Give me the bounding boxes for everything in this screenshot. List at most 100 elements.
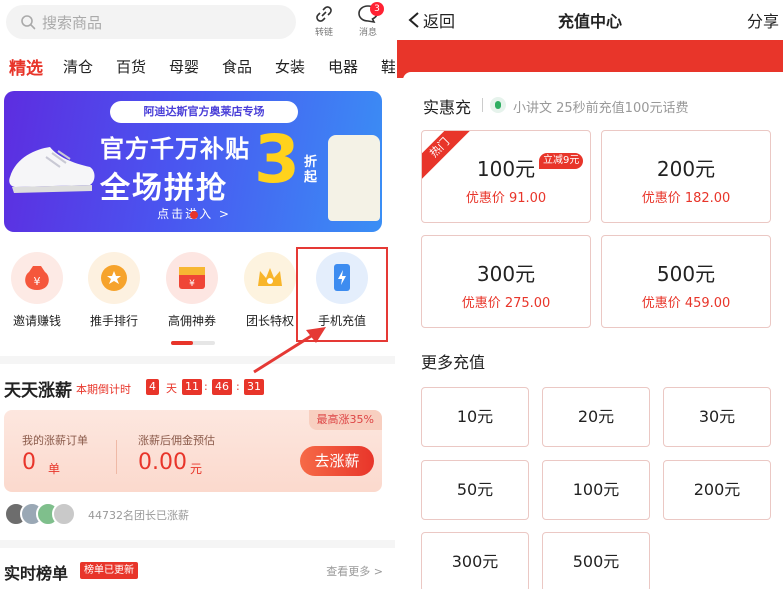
- daily-raise-card: 最高涨35% 我的涨薪订单 0 单 涨薪后佣金预估 0.00 元 去涨薪: [4, 410, 382, 492]
- plan-amount: 300元: [476, 262, 536, 286]
- tab-food[interactable]: 食品: [222, 56, 252, 77]
- countdown-sep: :: [236, 380, 240, 393]
- jacket-image: [328, 135, 380, 221]
- quick-entry-pager: [171, 341, 215, 345]
- svg-text:¥: ¥: [189, 279, 195, 289]
- recharge-center-panel: 返回 充值中心 分享 实惠充 小讲文 25秒前充值100元话费 热门 100元 …: [397, 0, 783, 589]
- tab-general-goods[interactable]: 百货: [116, 56, 146, 77]
- countdown-hours: 11: [182, 379, 202, 395]
- countdown-days: 4: [146, 379, 159, 395]
- more-recharge-title: 更多充值: [421, 353, 486, 372]
- tab-shoes[interactable]: 鞋: [381, 56, 395, 77]
- amount-option[interactable]: 300元: [421, 532, 529, 589]
- banner-page-dot: [190, 211, 198, 219]
- banner-headline: 官方千万补贴: [100, 135, 250, 163]
- countdown-days-unit: 天: [166, 382, 177, 395]
- app-home-panel: 搜索商品 转链 3 消息 精选 清仓 百货 母婴 食品 女装 电器 鞋 阿迪达斯…: [0, 0, 395, 589]
- title-divider: [482, 98, 483, 112]
- max-raise-tag: 最高涨35%: [308, 410, 382, 430]
- discount-badge: 立减9元: [539, 153, 584, 169]
- countdown-seconds: 31: [244, 379, 264, 395]
- tab-mother-baby[interactable]: 母婴: [169, 56, 199, 77]
- ranking-updated-tag: 榜单已更新: [80, 562, 138, 579]
- plan-price: 优惠价 275.00: [461, 296, 551, 311]
- amount-option[interactable]: 50元: [421, 460, 529, 520]
- banner-discount-number: 3: [254, 121, 300, 198]
- amount-option[interactable]: 200元: [663, 460, 771, 520]
- countdown-label: 本期倒计时: [76, 383, 131, 396]
- convert-link-button[interactable]: 转链: [306, 4, 342, 44]
- banner-discount-unit: 折起: [304, 155, 318, 185]
- quick-entry-ranking[interactable]: 推手排行: [82, 252, 146, 329]
- quick-entry-coupons[interactable]: ¥ 高佣神券: [160, 252, 224, 329]
- messages-label: 消息: [358, 28, 377, 38]
- plan-amount: 500元: [656, 262, 716, 286]
- coupon-icon: ¥: [166, 252, 218, 304]
- card-divider: [116, 440, 117, 474]
- message-count-badge: 3: [370, 2, 384, 16]
- plan-300[interactable]: 300元 优惠价 275.00: [421, 235, 591, 328]
- tab-clearance[interactable]: 清仓: [63, 56, 93, 77]
- recent-recharge-notice: 小讲文 25秒前充值100元话费: [513, 101, 689, 116]
- promo-banner[interactable]: 阿迪达斯官方奥莱店专场 官方千万补贴 全场拼抢 3 折起 点击进入 >: [4, 91, 382, 232]
- link-icon: [316, 6, 332, 22]
- raise-orders-label: 我的涨薪订单: [22, 434, 88, 447]
- page-title: 充值中心: [557, 12, 622, 31]
- medal-icon: [88, 252, 140, 304]
- participants-count: 44732名团长已涨薪: [88, 509, 189, 522]
- tab-featured[interactable]: 精选: [9, 54, 43, 79]
- daily-raise-title: 天天涨薪: [4, 381, 72, 401]
- tab-womens-wear[interactable]: 女装: [275, 56, 305, 77]
- quick-entry-coupons-label: 高佣神券: [167, 314, 216, 328]
- amount-option[interactable]: 10元: [421, 387, 529, 447]
- plan-500[interactable]: 500元 优惠价 459.00: [601, 235, 771, 328]
- ranking-more-link[interactable]: 查看更多 >: [326, 563, 383, 579]
- estimate-unit: 元: [190, 462, 203, 476]
- section-divider: [0, 540, 395, 548]
- category-tabs: 精选 清仓 百货 母婴 食品 女装 电器 鞋: [0, 56, 395, 82]
- search-input[interactable]: 搜索商品: [6, 5, 296, 39]
- raise-orders-value: 0: [22, 450, 36, 475]
- plan-amount: 200元: [656, 157, 716, 181]
- quick-entry-invite[interactable]: ¥ 邀请赚钱: [5, 252, 69, 329]
- convert-link-label: 转链: [314, 28, 333, 38]
- participant-avatars: [4, 502, 94, 528]
- messages-button[interactable]: 3 消息: [350, 2, 386, 44]
- countdown-minutes: 46: [212, 379, 232, 395]
- estimate-value: 0.00: [138, 450, 187, 475]
- amount-option[interactable]: 100元: [542, 460, 650, 520]
- banner-tagline: 阿迪达斯官方奥莱店专场: [110, 101, 298, 123]
- search-placeholder: 搜索商品: [42, 13, 103, 32]
- quick-entry-leader[interactable]: 团长特权: [238, 252, 302, 329]
- money-bag-icon: ¥: [11, 252, 63, 304]
- share-button[interactable]: 分享: [747, 8, 779, 32]
- crown-icon: [244, 252, 296, 304]
- value-recharge-title: 实惠充: [423, 98, 472, 117]
- avatar: [52, 502, 76, 526]
- drop-icon: [490, 97, 506, 113]
- plan-price: 优惠价 459.00: [641, 296, 731, 311]
- go-raise-button[interactable]: 去涨薪: [300, 446, 374, 476]
- countdown-sep: :: [204, 380, 208, 393]
- banner-subheadline: 全场拼抢: [100, 171, 228, 206]
- search-icon: [21, 15, 36, 30]
- amount-option[interactable]: 500元: [542, 532, 650, 589]
- raise-orders-unit: 单: [48, 462, 61, 476]
- amount-option[interactable]: 20元: [542, 387, 650, 447]
- svg-text:¥: ¥: [34, 275, 41, 288]
- ranking-title: 实时榜单: [4, 564, 69, 583]
- quick-entry-invite-label: 邀请赚钱: [12, 314, 61, 328]
- annotation-highlight-box: [296, 247, 388, 342]
- plan-200[interactable]: 200元 优惠价 182.00: [601, 130, 771, 223]
- sneaker-image: [9, 147, 95, 193]
- tab-appliances[interactable]: 电器: [328, 56, 358, 77]
- plan-price: 优惠价 182.00: [641, 191, 731, 206]
- plan-price: 优惠价 91.00: [465, 191, 547, 206]
- plan-100[interactable]: 热门 100元 立减9元 优惠价 91.00: [421, 130, 591, 223]
- estimate-label: 涨薪后佣金预估: [138, 434, 215, 447]
- nav-bar: 返回 充值中心 分享: [397, 0, 783, 40]
- amount-option[interactable]: 30元: [663, 387, 771, 447]
- quick-entry-leader-label: 团长特权: [245, 314, 294, 328]
- section-divider: [0, 356, 395, 364]
- quick-entry-ranking-label: 推手排行: [89, 314, 138, 328]
